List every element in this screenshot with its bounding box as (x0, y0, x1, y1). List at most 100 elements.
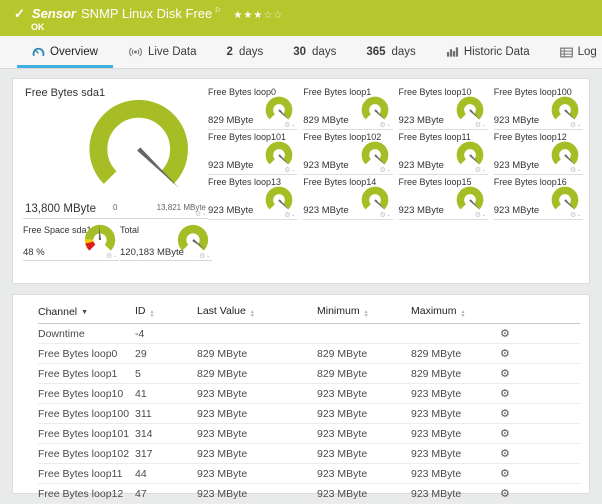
gauge-tile-loop11[interactable]: Free Bytes loop11 923 MByte ⚙▪ (398, 130, 488, 175)
channels-table: Channel ▼ ID ▲ ▼ Last Value ▲ ▼ Minimum ▲ ▼ Max… (38, 299, 580, 504)
cell-channel: Free Bytes loop0 (38, 343, 135, 364)
col-id[interactable]: ID ▲ ▼ (135, 299, 191, 324)
table-row-loop0[interactable]: Free Bytes loop0 29 829 MByte 829 MByte … (38, 343, 580, 364)
channel-gauge (551, 96, 579, 120)
tab-2-days[interactable]: 2 days (212, 36, 279, 68)
gauge-settings-icon[interactable]: ⚙ (475, 167, 483, 174)
channel-settings-icon[interactable]: ⚙ (500, 408, 510, 420)
channel-settings-icon[interactable]: ⚙ (500, 388, 510, 400)
gauge-tile-loop102[interactable]: Free Bytes loop102 923 MByte ⚙▪ (303, 130, 393, 175)
gauge-tile-loop10[interactable]: Free Bytes loop10 923 MByte ⚙▪ (398, 85, 488, 130)
channel-settings-icon[interactable]: ⚙ (500, 488, 510, 500)
gauge-settings-icon[interactable]: ⚙ (570, 122, 578, 129)
gauge-pin-icon[interactable]: ▪ (292, 123, 296, 129)
gauge-pin-icon[interactable]: ▪ (578, 123, 582, 129)
gauge-pin-icon[interactable]: ▪ (388, 168, 392, 174)
tab-overview[interactable]: Overview (17, 36, 113, 68)
gauge-tile-loop15[interactable]: Free Bytes loop15 923 MByte ⚙▪ (398, 175, 488, 220)
table-row-loop100[interactable]: Free Bytes loop100 311 923 MByte 923 MBy… (38, 403, 580, 424)
channel-settings-icon[interactable]: ⚙ (500, 368, 510, 380)
tab-live-data[interactable]: Live Data (113, 36, 212, 68)
tab-label: Live Data (147, 46, 197, 58)
gauge-settings-icon[interactable]: ⚙ (106, 253, 114, 260)
gauge-value: 923 MByte (493, 160, 540, 171)
gauge-settings-icon[interactable]: ⚙ (199, 253, 207, 260)
gauge-pin-icon[interactable]: ▪ (578, 168, 582, 174)
gauge-tile-total[interactable]: Total 120,183 MByte ⚙▪ (120, 224, 212, 261)
tab-label-number: 30 (293, 46, 307, 58)
gauge-tile-loop14[interactable]: Free Bytes loop14 923 MByte ⚙▪ (303, 175, 393, 220)
table-row-loop11[interactable]: Free Bytes loop11 44 923 MByte 923 MByte… (38, 463, 580, 484)
gauge-settings-icon[interactable]: ⚙ (570, 167, 578, 174)
cell-last-value: 829 MByte (191, 343, 311, 364)
gauge-value: 13,800 MByte (25, 203, 96, 215)
channel-gauge (361, 96, 388, 120)
gauge-pin-icon[interactable]: ▪ (114, 254, 118, 260)
gauge-icon (32, 47, 45, 56)
free-space-gauge (84, 224, 116, 251)
gauge-value: 923 MByte (493, 205, 540, 216)
cell-minimum: 829 MByte (311, 363, 405, 384)
sort-icon: ▲ ▼ (249, 309, 255, 319)
cell-minimum: 829 MByte (311, 343, 405, 364)
gauge-settings-icon[interactable]: ⚙ (379, 122, 387, 129)
col-last-value[interactable]: Last Value ▲ ▼ (191, 299, 311, 324)
table-row-downtime[interactable]: Downtime -4 ⚙ (38, 323, 580, 344)
gauge-tile-loop16[interactable]: Free Bytes loop16 923 MByte ⚙▪ (493, 175, 583, 220)
gauge-pin-icon[interactable]: ▪ (483, 168, 487, 174)
gauge-pin-icon[interactable]: ▪ (292, 213, 296, 219)
gauge-settings-icon[interactable]: ⚙ (570, 212, 578, 219)
channel-settings-icon[interactable]: ⚙ (500, 468, 510, 480)
priority-stars[interactable]: ★★★☆☆ (233, 10, 283, 21)
star-empty-icon[interactable]: ☆☆ (263, 10, 283, 21)
gauge-tile-loop0[interactable]: Free Bytes loop0 829 MByte ⚙▪ (208, 85, 298, 130)
flag-icon[interactable]: ⚐ (214, 6, 221, 15)
gauge-settings-icon[interactable]: ⚙ (379, 167, 387, 174)
gauge-pin-icon[interactable]: ▪ (292, 168, 296, 174)
gauge-pin-icon[interactable]: ▪ (483, 213, 487, 219)
tab-365-days[interactable]: 365 days (351, 36, 430, 68)
cell-id: 44 (135, 463, 191, 484)
channel-settings-icon[interactable]: ⚙ (500, 428, 510, 440)
main-gauge (89, 99, 188, 188)
channel-settings-icon[interactable]: ⚙ (500, 348, 510, 360)
gauge-settings-icon[interactable]: ⚙ (475, 212, 483, 219)
gauge-settings-icon[interactable]: ⚙ (475, 122, 483, 129)
gauge-pin-icon[interactable]: ▪ (578, 213, 582, 219)
gauge-tile-main[interactable]: Free Bytes sda1 13,800 MByte 0 13,821 MB… (23, 85, 208, 219)
table-row-loop101[interactable]: Free Bytes loop101 314 923 MByte 923 MBy… (38, 423, 580, 444)
gauge-tile-free-space[interactable]: Free Space sda1 48 % ⚙▪ (23, 224, 119, 261)
gauge-tile-loop100[interactable]: Free Bytes loop100 923 MByte ⚙▪ (493, 85, 583, 130)
channel-gauge (456, 141, 484, 165)
gauge-settings-icon[interactable]: ⚙ (195, 211, 203, 218)
star-filled-icon[interactable]: ★★★ (233, 10, 263, 21)
col-maximum[interactable]: Maximum ▲ ▼ (405, 299, 500, 324)
gauge-pin-icon[interactable]: ▪ (483, 123, 487, 129)
tab-label: Historic Data (463, 46, 530, 58)
gauge-tile-loop13[interactable]: Free Bytes loop13 923 MByte ⚙▪ (208, 175, 298, 220)
table-row-loop10[interactable]: Free Bytes loop10 41 923 MByte 923 MByte… (38, 383, 580, 404)
gauge-pin-icon[interactable]: ▪ (388, 213, 392, 219)
table-row-loop102[interactable]: Free Bytes loop102 317 923 MByte 923 MBy… (38, 443, 580, 464)
gauge-value: 48 % (23, 247, 45, 258)
table-row-loop1[interactable]: Free Bytes loop1 5 829 MByte 829 MByte 8… (38, 363, 580, 384)
gauge-pin-icon[interactable]: ▪ (388, 123, 392, 129)
channel-settings-icon[interactable]: ⚙ (500, 448, 510, 460)
gauge-tile-loop101[interactable]: Free Bytes loop101 923 MByte ⚙▪ (208, 130, 298, 175)
col-channel[interactable]: Channel ▼ (38, 299, 135, 324)
gauge-actions: ⚙▪ (475, 167, 487, 174)
gauge-tile-loop1[interactable]: Free Bytes loop1 829 MByte ⚙▪ (303, 85, 393, 130)
gauge-actions: ⚙▪ (475, 122, 487, 129)
tab-log[interactable]: Log (545, 36, 602, 68)
cell-last-value: 829 MByte (191, 363, 311, 384)
gauge-pin-icon[interactable]: ▪ (207, 254, 211, 260)
col-minimum[interactable]: Minimum ▲ ▼ (311, 299, 405, 324)
col-settings (500, 299, 580, 324)
log-table-icon (559, 47, 573, 57)
gauge-pin-icon[interactable]: ▪ (203, 212, 207, 218)
tab-historic-data[interactable]: Historic Data (431, 36, 545, 68)
gauge-tile-loop12[interactable]: Free Bytes loop12 923 MByte ⚙▪ (493, 130, 583, 175)
channel-settings-icon[interactable]: ⚙ (500, 328, 510, 340)
tab-30-days[interactable]: 30 days (278, 36, 351, 68)
gauge-settings-icon[interactable]: ⚙ (379, 212, 387, 219)
